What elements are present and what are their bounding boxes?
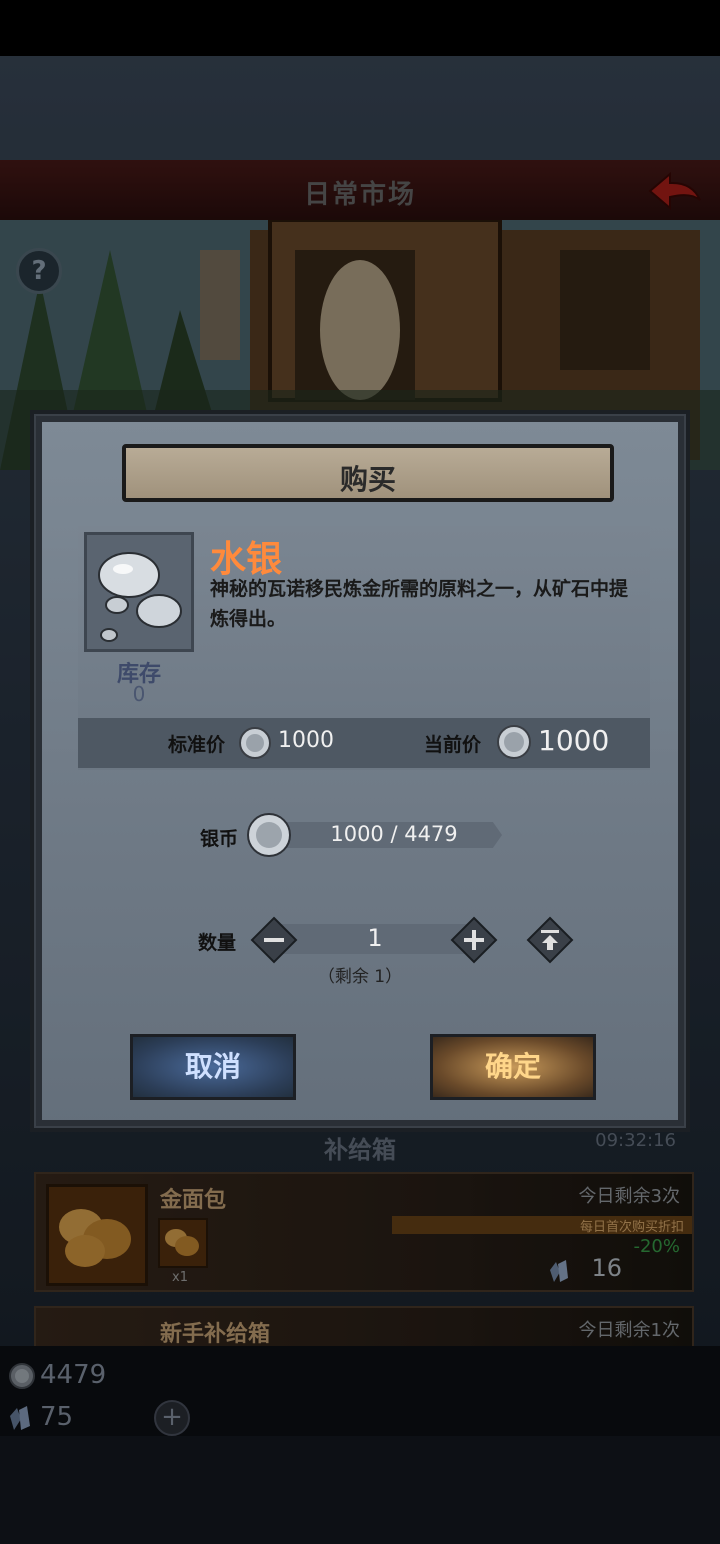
item-info-panel: 库存 0 水银 神秘的瓦诺移民炼金所需的原料之一，从矿石中提炼得出。 标准价 1… (78, 526, 650, 770)
silver-coin-icon (497, 725, 531, 759)
mercury-icon (84, 532, 194, 652)
quantity-label: 数量 (198, 932, 237, 954)
quantity-stepper: 数量 1 (34, 914, 694, 966)
plus-icon[interactable] (450, 916, 498, 964)
item-description: 神秘的瓦诺移民炼金所需的原料之一，从矿石中提炼得出。 (210, 578, 629, 630)
stock-value: 0 (132, 682, 146, 706)
max-icon[interactable] (526, 916, 574, 964)
quantity-value[interactable]: 1 (280, 924, 470, 952)
standard-price-label: 标准价 (168, 734, 226, 756)
current-price: 1000 (538, 724, 610, 757)
dialog-title: 购买 (339, 463, 396, 496)
current-price-label: 当前价 (424, 734, 482, 756)
silver-coin-icon (247, 813, 291, 857)
dialog-banner: 购买 (122, 444, 614, 502)
silver-coin-icon (239, 727, 271, 759)
remaining-note: （剩余 1） (317, 967, 403, 987)
price-bar: 标准价 1000 当前价 1000 (78, 718, 650, 768)
minus-icon[interactable] (250, 916, 298, 964)
purchase-dialog: 购买 库存 0 水银 神秘的瓦诺移民炼金所需的原料之一，从矿石中提炼得出。 标准… (30, 410, 690, 1132)
cancel-button[interactable]: 取消 (130, 1034, 296, 1100)
standard-price: 1000 (278, 728, 334, 753)
confirm-button[interactable]: 确定 (430, 1034, 596, 1100)
silver-row: 银币 1000 / 4479 (34, 810, 694, 860)
silver-label: 银币 (200, 828, 239, 850)
status-bar (0, 0, 720, 56)
silver-cost: 1000 / 4479 (330, 822, 458, 846)
